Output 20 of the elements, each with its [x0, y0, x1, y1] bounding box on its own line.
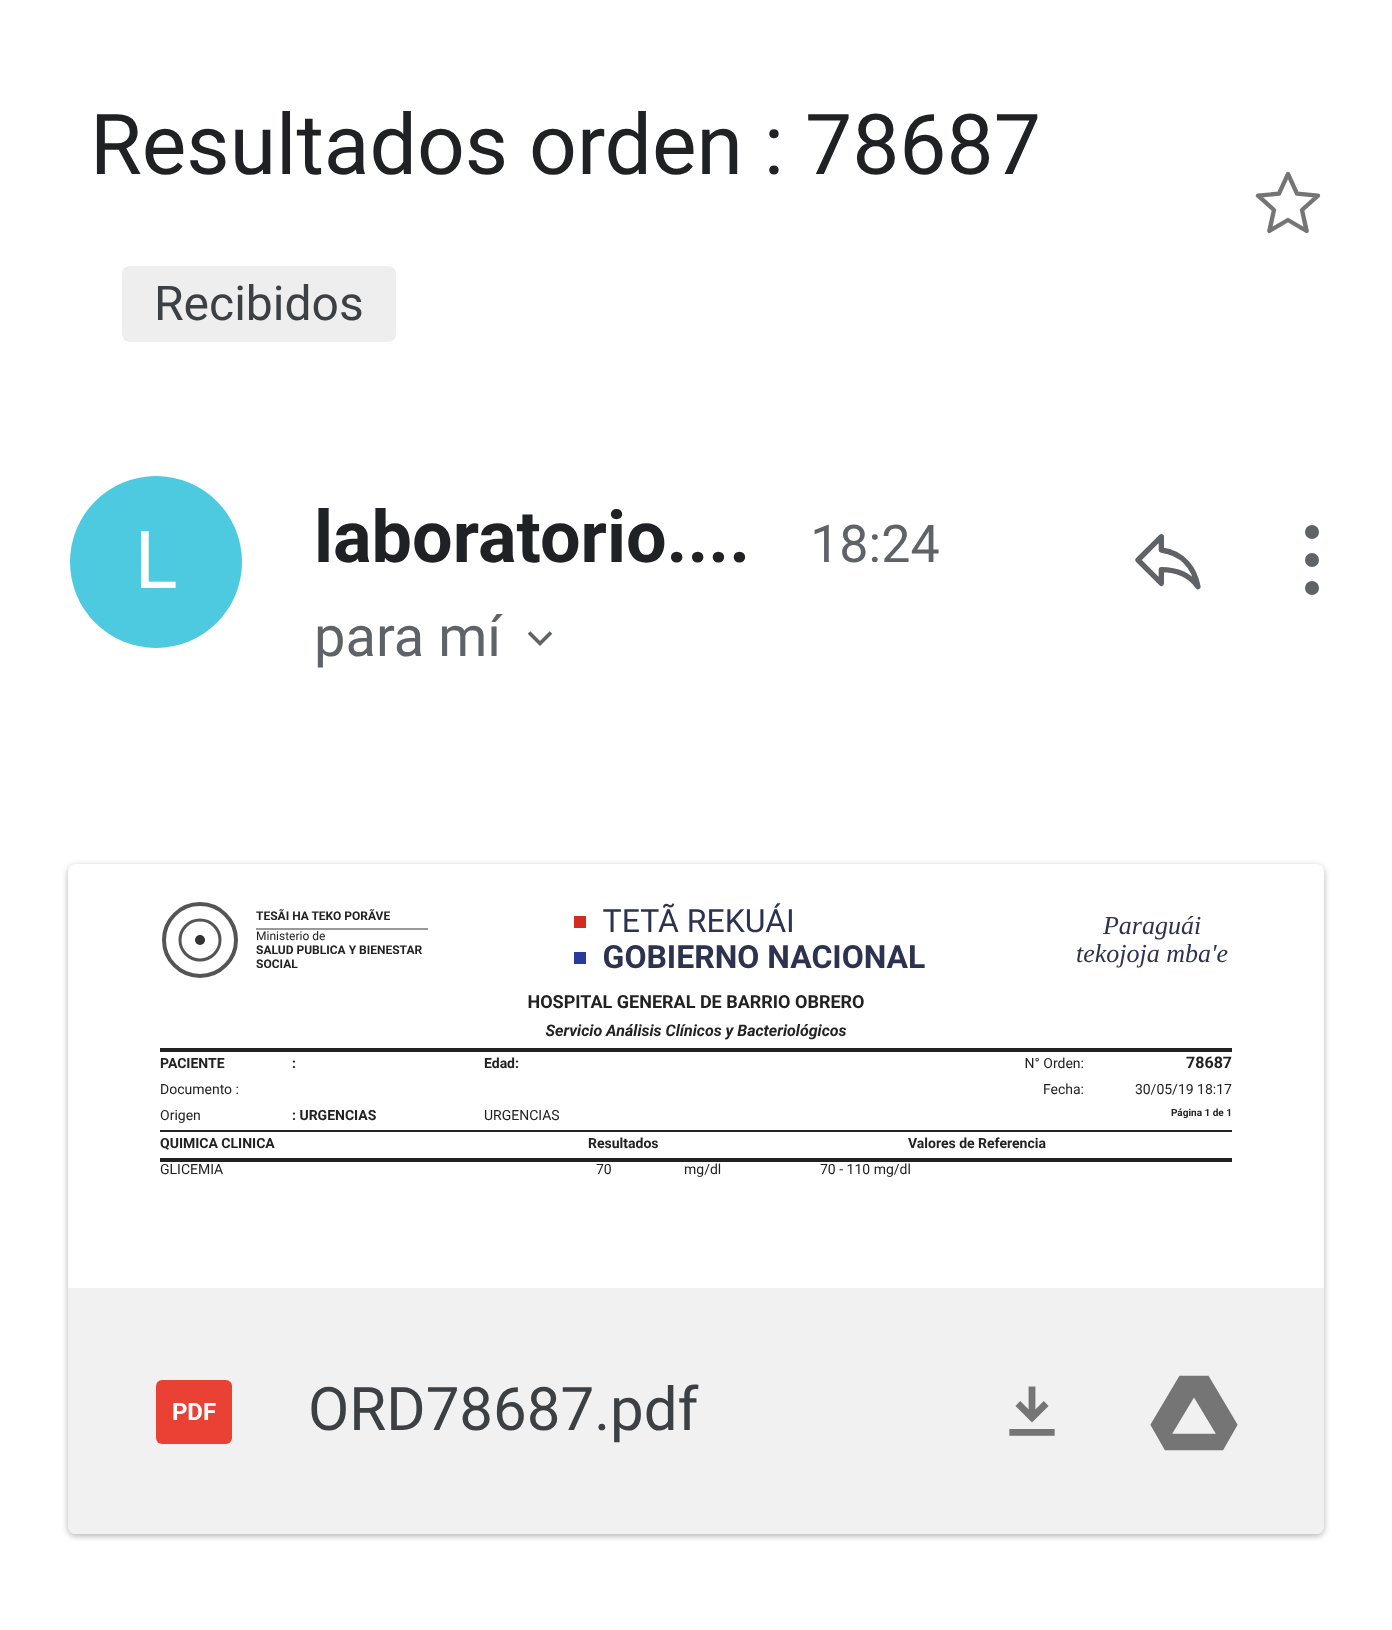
hospital-name: HOSPITAL GENERAL DE BARRIO OBRERO — [525, 992, 867, 1018]
square-bullet-icon — [574, 952, 587, 964]
field-value: 78687 — [1186, 1052, 1232, 1076]
sender-name[interactable]: laboratorio.... — [314, 484, 751, 592]
inbox-label[interactable]: Recibidos — [122, 265, 396, 342]
sender-avatar: L — [70, 476, 242, 648]
square-bullet-icon — [574, 916, 587, 928]
recipient-toggle[interactable]: para mí — [314, 596, 940, 680]
pdf-file-icon: PDF — [156, 1379, 232, 1443]
seal-icon — [160, 900, 240, 980]
message-time: 18:24 — [810, 514, 940, 580]
slogan: Paraguái tekojoja mba'e — [1073, 912, 1231, 968]
government-line: TETÃ REKUÁI — [602, 904, 795, 940]
government-name: GOBIERNO NACIONAL — [602, 940, 926, 976]
email-subject: Resultados orden : 78687 — [90, 98, 1041, 196]
more-icon — [1304, 524, 1320, 596]
file-name: ORD78687.pdf — [308, 1374, 699, 1450]
triangle-icon — [1150, 1371, 1238, 1451]
service-name: Servicio Análisis Clínicos y Bacteriológicos — [543, 1019, 849, 1043]
attachment-card[interactable] — [68, 864, 1324, 1534]
